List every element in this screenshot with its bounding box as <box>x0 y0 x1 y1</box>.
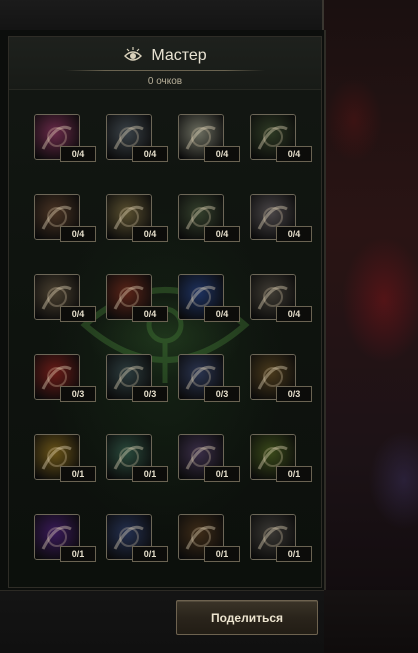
skill-level-badge: 0/1 <box>132 546 168 562</box>
skill-slot[interactable]: 0/4 <box>34 114 98 170</box>
skill-level-badge: 0/3 <box>132 386 168 402</box>
skill-level-badge: 0/3 <box>204 386 240 402</box>
skill-level-badge: 0/1 <box>132 466 168 482</box>
skill-slot[interactable]: 0/4 <box>250 274 314 330</box>
skill-level-badge: 0/1 <box>276 546 312 562</box>
skill-level-badge: 0/1 <box>60 466 96 482</box>
skill-slot[interactable]: 0/4 <box>178 114 242 170</box>
skill-slot[interactable]: 0/1 <box>250 514 314 570</box>
bottom-background <box>324 590 418 652</box>
skill-slot[interactable]: 0/1 <box>34 514 98 570</box>
skill-level-badge: 0/4 <box>204 306 240 322</box>
skill-slot[interactable]: 0/3 <box>178 354 242 410</box>
skill-slot[interactable]: 0/4 <box>34 274 98 330</box>
skill-level-badge: 0/4 <box>204 146 240 162</box>
skill-slot[interactable]: 0/4 <box>250 114 314 170</box>
skill-level-badge: 0/4 <box>60 226 96 242</box>
skill-level-badge: 0/4 <box>204 226 240 242</box>
skill-slot[interactable]: 0/4 <box>178 274 242 330</box>
mastery-panel: Мастер 0 очков 0/4 0/4 0/4 0/4 0/4 0/4 0/4 0/4 0… <box>0 30 326 590</box>
skill-level-badge: 0/3 <box>276 386 312 402</box>
top-bar <box>0 0 324 31</box>
skill-level-badge: 0/4 <box>60 146 96 162</box>
skill-slot[interactable]: 0/3 <box>106 354 170 410</box>
skill-level-badge: 0/3 <box>60 386 96 402</box>
top-bar-edge <box>322 0 324 30</box>
skill-level-badge: 0/4 <box>132 146 168 162</box>
background-artwork <box>324 0 418 652</box>
skill-level-badge: 0/4 <box>60 306 96 322</box>
skill-slot[interactable]: 0/4 <box>106 114 170 170</box>
skill-slot[interactable]: 0/4 <box>250 194 314 250</box>
skill-level-badge: 0/1 <box>204 466 240 482</box>
skill-slot[interactable]: 0/1 <box>178 514 242 570</box>
skill-level-badge: 0/1 <box>60 546 96 562</box>
skill-slot[interactable]: 0/1 <box>106 514 170 570</box>
skill-level-badge: 0/4 <box>276 146 312 162</box>
skill-slot[interactable]: 0/4 <box>106 194 170 250</box>
skill-level-badge: 0/1 <box>204 546 240 562</box>
skill-slot[interactable]: 0/4 <box>106 274 170 330</box>
skill-level-badge: 0/4 <box>276 306 312 322</box>
skill-level-badge: 0/4 <box>276 226 312 242</box>
skill-level-badge: 0/1 <box>276 466 312 482</box>
skill-slot[interactable]: 0/1 <box>250 434 314 490</box>
skill-slot[interactable]: 0/3 <box>34 354 98 410</box>
share-button[interactable]: Поделиться <box>176 600 318 635</box>
skill-level-badge: 0/4 <box>132 306 168 322</box>
skill-slot[interactable]: 0/4 <box>178 194 242 250</box>
mastery-panel-inner: Мастер 0 очков 0/4 0/4 0/4 0/4 0/4 0/4 0/4 0/4 0… <box>8 36 322 588</box>
skill-grid: 0/4 0/4 0/4 0/4 0/4 0/4 0/4 0/4 0/4 0/4 0/4 0/4 0/3 0… <box>9 37 321 587</box>
skill-slot[interactable]: 0/1 <box>106 434 170 490</box>
skill-slot[interactable]: 0/1 <box>178 434 242 490</box>
skill-slot[interactable]: 0/1 <box>34 434 98 490</box>
skill-level-badge: 0/4 <box>132 226 168 242</box>
skill-slot[interactable]: 0/4 <box>34 194 98 250</box>
skill-slot[interactable]: 0/3 <box>250 354 314 410</box>
